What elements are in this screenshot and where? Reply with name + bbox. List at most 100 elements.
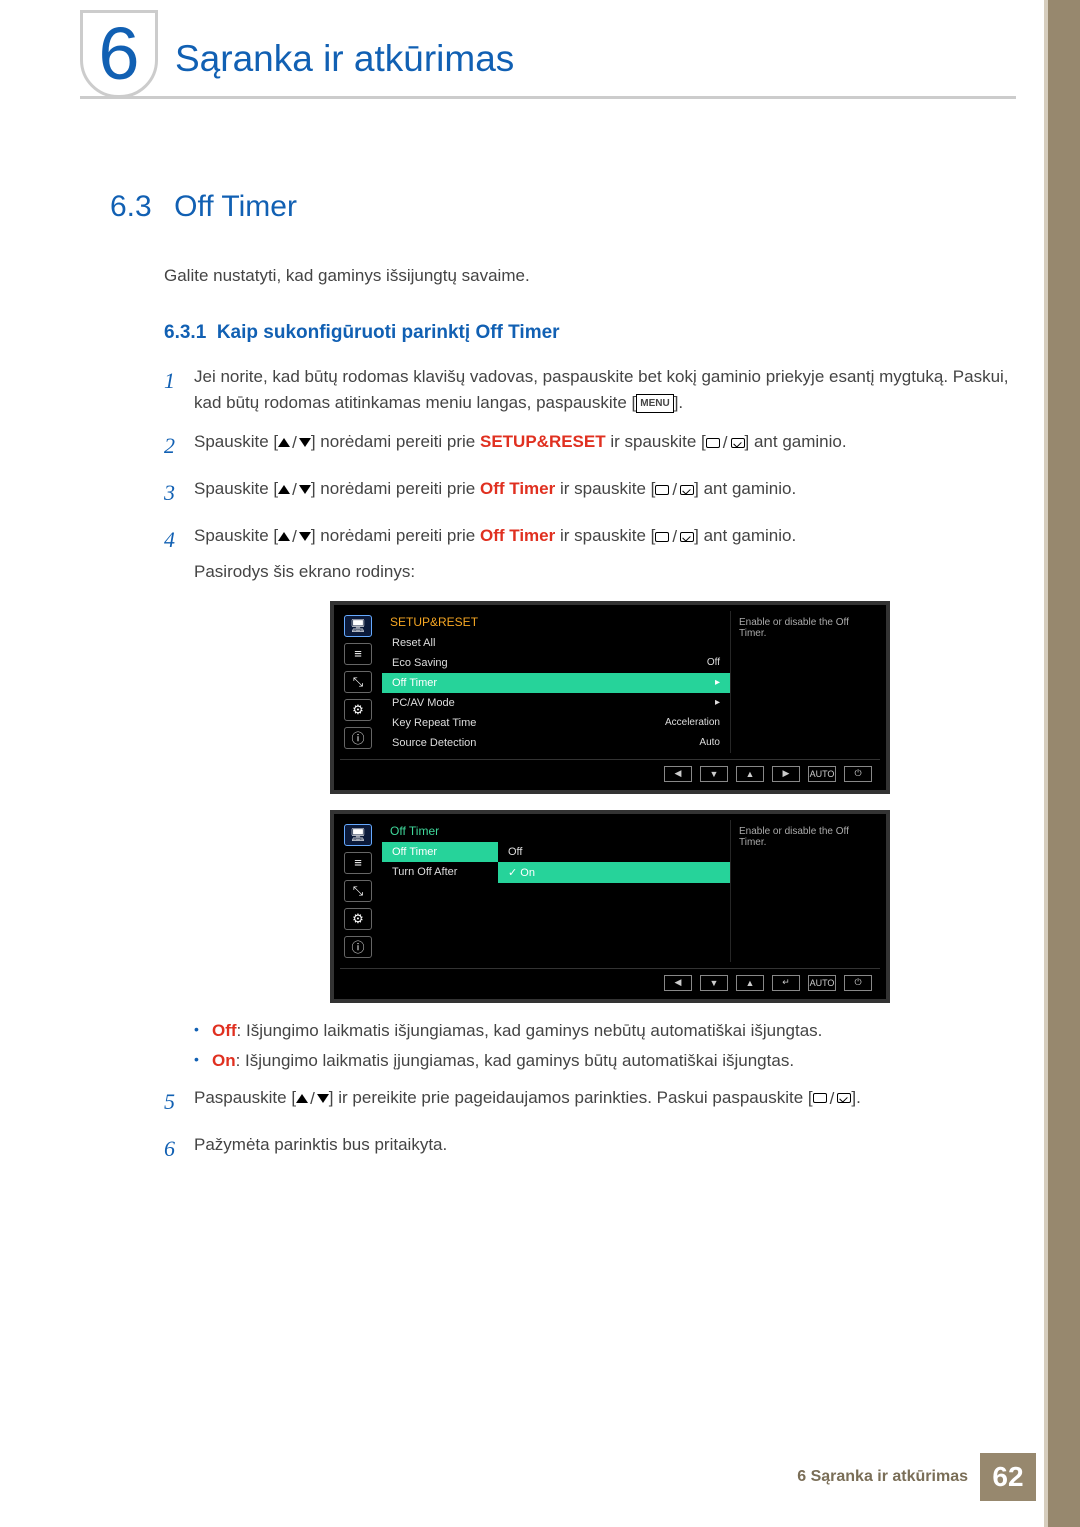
step4-after: Pasirodys šis ekrano rodinys:	[194, 559, 1010, 585]
t: ] norėdami pereiti prie	[311, 526, 480, 545]
bullet-off: • Off: Išjungimo laikmatis išjungiamas, …	[194, 1021, 1010, 1041]
up-down-icon: /	[278, 477, 311, 503]
t: ir spauskite [	[555, 479, 655, 498]
step-5: 5 Paspauskite [ / ] ir pereikite prie pa…	[164, 1085, 1010, 1118]
osd-nav-button: ▲	[736, 975, 764, 991]
gear-icon: ⚙	[344, 908, 372, 930]
osd-nav-button: AUTO	[808, 975, 836, 991]
t: ] ir pereikite prie pageidaujamos parink…	[329, 1088, 813, 1107]
osd-nav-button: ◀	[664, 766, 692, 782]
osd-panel: 🖥 ≡ ⤡ ⚙ ⓘ Off Timer Off TimerTurn Off Af…	[330, 810, 890, 1003]
step-text: Spauskite [ / ] norėdami pereiti prie Of…	[194, 523, 1010, 585]
t: Spauskite [	[194, 432, 278, 451]
steps-list-2: 5 Paspauskite [ / ] ir pereikite prie pa…	[164, 1085, 1010, 1165]
t: ] ant gaminio.	[745, 432, 847, 451]
info-icon: ⓘ	[344, 727, 372, 749]
step-6: 6 Pažymėta parinktis bus pritaikyta.	[164, 1132, 1010, 1165]
osd-row: Eco SavingOff	[382, 653, 730, 673]
step-number: 1	[164, 364, 194, 415]
t: ir spauskite [	[606, 432, 706, 451]
osd-panel: 🖥 ≡ ⤡ ⚙ ⓘ SETUP&RESET Reset AllEco Savin…	[330, 601, 890, 794]
side-stripe	[1048, 0, 1080, 1527]
t: ].	[851, 1088, 860, 1107]
select-icon: /	[655, 524, 694, 550]
step-number: 5	[164, 1085, 194, 1118]
subsection-heading: 6.3.1 Kaip sukonfigūruoti parinktį Off T…	[164, 322, 1010, 344]
osd-nav-button: ⏻	[844, 766, 872, 782]
content: 6.3 Off Timer Galite nustatyti, kad gami…	[0, 120, 1080, 1165]
t: ir spauskite [	[555, 526, 655, 545]
bullet-on: • On: Išjungimo laikmatis įjungiamas, ka…	[194, 1051, 1010, 1071]
osd-title: Off Timer	[382, 820, 730, 842]
t: ] norėdami pereiti prie	[311, 479, 480, 498]
monitor-icon: 🖥	[344, 824, 372, 846]
keyword: Off	[212, 1021, 237, 1040]
osd-nav-bar: ◀▼▲▶AUTO⏻	[340, 759, 880, 784]
resize-icon: ⤡	[344, 671, 372, 693]
osd-help: Enable or disable the Off Timer.	[730, 820, 880, 962]
osd-screenshot-1: 🖥 ≡ ⤡ ⚙ ⓘ SETUP&RESET Reset AllEco Savin…	[330, 601, 1010, 794]
osd-nav-button: ▼	[700, 766, 728, 782]
select-icon: /	[813, 1086, 852, 1112]
keyword: Off Timer	[480, 479, 555, 498]
t: ] ant gaminio.	[694, 526, 796, 545]
keyword: On	[212, 1051, 236, 1070]
up-down-icon: /	[278, 524, 311, 550]
steps-list: 1 Jei norite, kad būtų rodomas klavišų v…	[164, 364, 1010, 585]
osd-nav-button: ↵	[772, 975, 800, 991]
osd-screenshot-2: 🖥 ≡ ⤡ ⚙ ⓘ Off Timer Off TimerTurn Off Af…	[330, 810, 1010, 1003]
osd-nav-button: ◀	[664, 975, 692, 991]
step-number: 4	[164, 523, 194, 585]
footer-text: 6 Sąranka ir atkūrimas	[797, 1468, 968, 1486]
bullets: • Off: Išjungimo laikmatis išjungiamas, …	[194, 1021, 1010, 1071]
section-heading: 6.3 Off Timer	[110, 190, 1010, 224]
step-text: Spauskite [ / ] norėdami pereiti prie SE…	[194, 429, 1010, 462]
osd-nav-button: ▶	[772, 766, 800, 782]
side-stripe-inner	[1044, 0, 1048, 1527]
bullet-dot: •	[194, 1051, 212, 1071]
step-text: Pažymėta parinktis bus pritaikyta.	[194, 1132, 1010, 1165]
subsection-number: 6.3.1	[164, 322, 206, 343]
osd-nav-button: AUTO	[808, 766, 836, 782]
chapter-badge: 6	[80, 10, 158, 98]
up-down-icon: /	[296, 1086, 329, 1112]
gear-icon: ⚙	[344, 699, 372, 721]
step-2: 2 Spauskite [ / ] norėdami pereiti prie …	[164, 429, 1010, 462]
t: Spauskite [	[194, 526, 278, 545]
bullet-text: : Išjungimo laikmatis išjungiamas, kad g…	[237, 1021, 823, 1040]
osd-row: Reset All	[382, 633, 730, 653]
header-rule	[80, 96, 1016, 99]
step-number: 2	[164, 429, 194, 462]
t: Spauskite [	[194, 479, 278, 498]
step-1: 1 Jei norite, kad būtų rodomas klavišų v…	[164, 364, 1010, 415]
osd-option: ✓ On	[498, 862, 730, 883]
select-icon: /	[655, 477, 694, 503]
list-icon: ≡	[344, 852, 372, 874]
monitor-icon: 🖥	[344, 615, 372, 637]
step-3: 3 Spauskite [ / ] norėdami pereiti prie …	[164, 476, 1010, 509]
osd-sidebar: 🖥 ≡ ⤡ ⚙ ⓘ	[340, 611, 382, 753]
keyword: SETUP&RESET	[480, 432, 606, 451]
osd-row: Key Repeat TimeAcceleration	[382, 713, 730, 733]
page-footer: 6 Sąranka ir atkūrimas 62	[797, 1453, 1036, 1501]
info-icon: ⓘ	[344, 936, 372, 958]
osd-sidebar: 🖥 ≡ ⤡ ⚙ ⓘ	[340, 820, 382, 962]
select-icon: /	[706, 430, 745, 456]
up-down-icon: /	[278, 430, 311, 456]
osd-row: Off Timer▸	[382, 673, 730, 693]
osd-row: PC/AV Mode▸	[382, 693, 730, 713]
resize-icon: ⤡	[344, 880, 372, 902]
osd-option: Off	[498, 842, 730, 862]
t: ] ant gaminio.	[694, 479, 796, 498]
subsection-title: Kaip sukonfigūruoti parinktį Off Timer	[217, 322, 560, 343]
chapter-title: Sąranka ir atkūrimas	[175, 38, 514, 80]
step1-text-a: Jei norite, kad būtų rodomas klavišų vad…	[194, 367, 1009, 412]
bullet-text: : Išjungimo laikmatis įjungiamas, kad ga…	[236, 1051, 794, 1070]
menu-icon: MENU	[636, 394, 673, 413]
osd-nav-button: ▼	[700, 975, 728, 991]
osd-nav-bar: ◀ ▼ ▲ ↵ AUTO ⏻	[340, 968, 880, 993]
step-text: Spauskite [ / ] norėdami pereiti prie Of…	[194, 476, 1010, 509]
osd-nav-button: ⏻	[844, 975, 872, 991]
step1-text-b: ].	[674, 393, 683, 412]
section-number: 6.3	[110, 190, 152, 224]
